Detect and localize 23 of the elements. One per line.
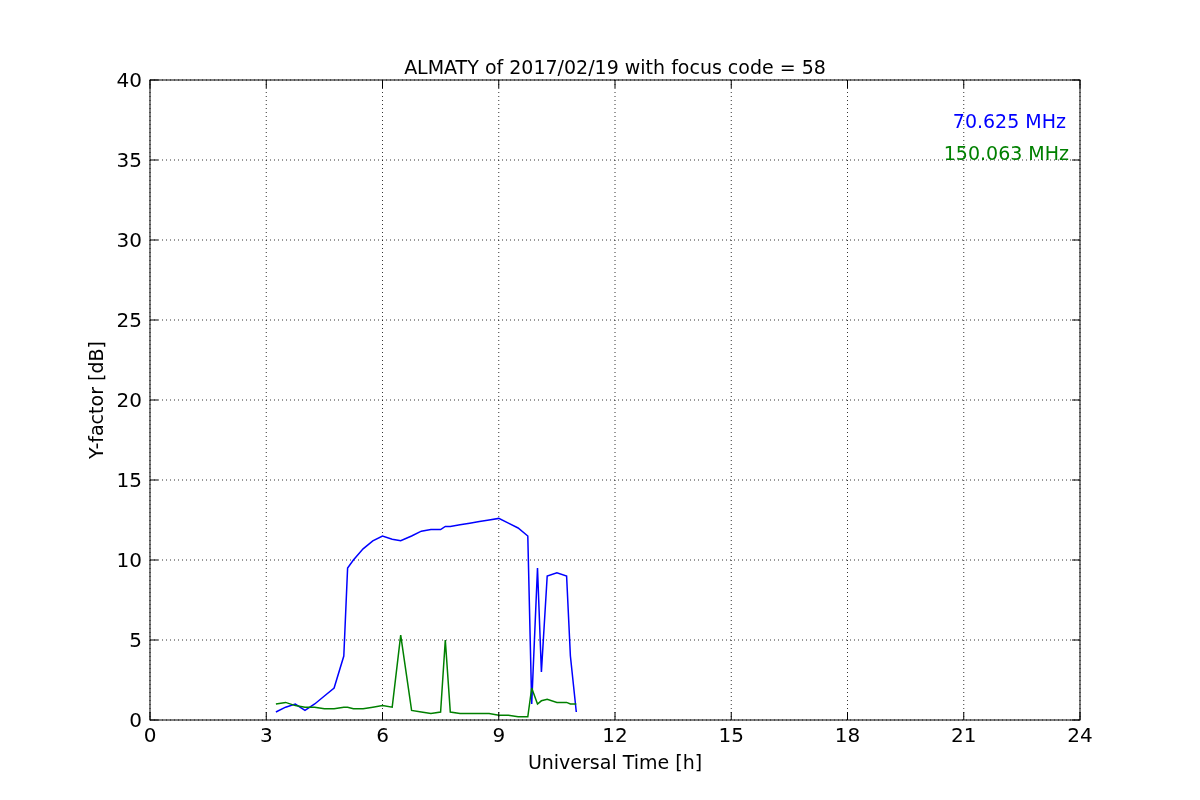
y-tick-label: 20 (116, 388, 142, 412)
x-tick-label: 6 (376, 723, 389, 747)
y-tick-label: 25 (116, 308, 142, 332)
x-axis-label: Universal Time [h] (527, 751, 703, 773)
y-tick-label: 30 (116, 228, 142, 252)
x-tick-label: 9 (492, 723, 506, 747)
y-tick-label: 0 (129, 708, 142, 732)
y-tick-label: 15 (116, 468, 142, 492)
chart-title: ALMATY of 2017/02/19 with focus code = 58 (404, 56, 826, 78)
x-tick-label: 18 (834, 723, 861, 747)
x-tick-label: 24 (1067, 723, 1093, 747)
y-tick-label: 5 (129, 628, 142, 652)
y-tick-label: 35 (116, 148, 142, 172)
x-tick-label: 3 (259, 723, 273, 747)
y-tick-label: 40 (116, 68, 142, 92)
y-axis-label: Y-factor [dB] (85, 341, 107, 459)
x-tick-label: 12 (602, 723, 628, 747)
y-tick-label: 10 (116, 548, 142, 572)
x-tick-label: 0 (143, 723, 157, 747)
legend-label: 70.625 MHz (952, 110, 1066, 132)
x-tick-label: 21 (951, 723, 977, 747)
x-tick-label: 15 (718, 723, 744, 747)
legend-label: 150.063 MHz (943, 142, 1069, 164)
